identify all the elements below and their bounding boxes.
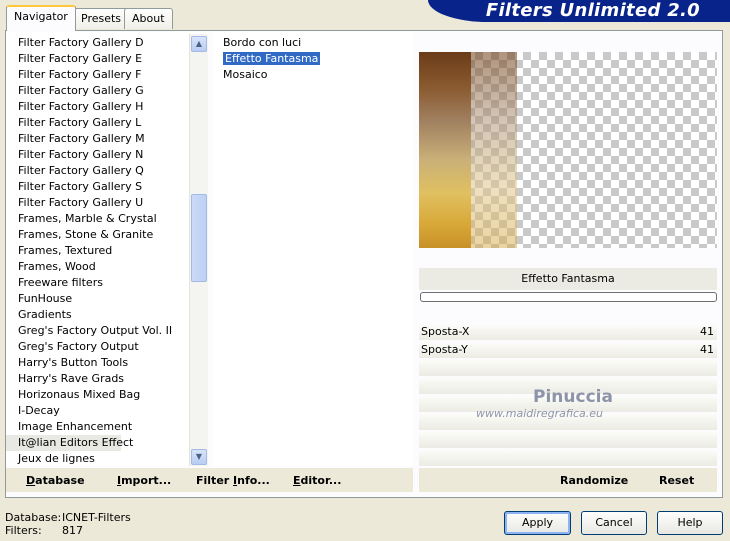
cancel-button[interactable]: Cancel: [581, 511, 647, 535]
category-list[interactable]: Filter Factory Gallery D Filter Factory G…: [6, 32, 208, 466]
category-item[interactable]: Greg's Factory Output Vol. II: [6, 323, 172, 339]
filter-item-label: Mosaico: [223, 68, 268, 81]
category-item[interactable]: Frames, Wood: [6, 259, 121, 275]
category-item[interactable]: Frames, Textured: [6, 243, 121, 259]
filters-count-value: 817: [62, 524, 83, 537]
category-item[interactable]: Image Enhancement: [6, 419, 132, 435]
category-item[interactable]: Filter Factory Gallery Q: [6, 163, 144, 179]
category-item[interactable]: Greg's Factory Output: [6, 339, 139, 355]
progress-bar: [420, 292, 717, 302]
category-item[interactable]: It@lian Editors Effect: [6, 435, 133, 451]
category-item[interactable]: Freeware filters: [6, 275, 121, 291]
database-label: Database:: [5, 511, 62, 524]
category-item[interactable]: Frames, Marble & Crystal: [6, 211, 157, 227]
tab-navigator[interactable]: Navigator: [6, 5, 76, 31]
slider-value: 41: [700, 325, 714, 338]
database-value: ICNET-Filters: [62, 511, 131, 524]
database-button[interactable]: Database: [26, 474, 85, 487]
category-item[interactable]: FunHouse: [6, 291, 121, 307]
category-item[interactable]: Filter Factory Gallery L: [6, 115, 141, 131]
tab-presets[interactable]: Presets: [73, 8, 130, 29]
filter-item[interactable]: Bordo con luci: [213, 35, 403, 51]
category-item[interactable]: Filter Factory Gallery F: [6, 67, 141, 83]
slider-label: Sposta-Y: [421, 343, 468, 356]
help-button[interactable]: Help: [657, 511, 723, 535]
editor-button[interactable]: Editor...: [293, 474, 341, 487]
category-item[interactable]: Filter Factory Gallery N: [6, 147, 143, 163]
category-item[interactable]: Filter Factory Gallery S: [6, 179, 142, 195]
category-item[interactable]: I-Decay: [6, 403, 121, 419]
reset-button[interactable]: Reset: [659, 474, 694, 487]
category-item[interactable]: Filter Factory Gallery G: [6, 83, 144, 99]
filter-item[interactable]: Mosaico: [213, 67, 403, 83]
scroll-down-button[interactable]: ▼: [191, 449, 207, 465]
watermark-name: Pinuccia: [533, 387, 613, 407]
filter-item-label: Effetto Fantasma: [223, 52, 321, 65]
category-item[interactable]: Horizonaus Mixed Bag: [6, 387, 140, 403]
empty-param-row: [419, 432, 717, 448]
import-button[interactable]: Import...: [117, 474, 171, 487]
randomize-button[interactable]: Randomize: [560, 474, 628, 487]
category-item[interactable]: Frames, Stone & Granite: [6, 227, 153, 243]
category-item[interactable]: Jeux de lignes: [6, 451, 121, 466]
slider-sposta-y[interactable]: Sposta-Y 41: [419, 342, 717, 358]
category-item[interactable]: Filter Factory Gallery M: [6, 131, 145, 147]
category-item[interactable]: Filter Factory Gallery U: [6, 195, 143, 211]
filter-name-display: Effetto Fantasma: [419, 268, 717, 290]
empty-param-row: [419, 450, 717, 466]
category-item[interactable]: Harry's Rave Grads: [6, 371, 124, 387]
filters-count-label: Filters:: [5, 524, 42, 537]
filter-info-button[interactable]: Filter Info...: [196, 474, 270, 487]
watermark-url: www.maidiregrafica.eu: [476, 407, 603, 420]
category-item[interactable]: Harry's Button Tools: [6, 355, 128, 371]
preview-image: [419, 52, 717, 248]
category-item[interactable]: Filter Factory Gallery H: [6, 99, 143, 115]
scroll-thumb[interactable]: [191, 194, 207, 282]
category-scrollbar[interactable]: ▲ ▼: [189, 34, 208, 466]
slider-sposta-x[interactable]: Sposta-X 41: [419, 324, 717, 340]
slider-value: 41: [700, 343, 714, 356]
filter-item[interactable]: Effetto Fantasma: [213, 51, 403, 67]
filter-list[interactable]: Bordo con luci Effetto Fantasma Mosaico: [213, 32, 413, 466]
category-item[interactable]: Filter Factory Gallery E: [6, 51, 142, 67]
empty-param-row: [419, 360, 717, 376]
category-item[interactable]: Gradients: [6, 307, 121, 323]
filter-item-label: Bordo con luci: [223, 36, 302, 49]
scroll-up-button[interactable]: ▲: [191, 36, 207, 52]
category-item[interactable]: Filter Factory Gallery D: [6, 35, 144, 51]
app-title-banner: Filters Unlimited 2.0: [428, 0, 730, 22]
apply-button[interactable]: Apply: [504, 511, 571, 535]
tab-about[interactable]: About: [124, 8, 173, 29]
slider-label: Sposta-X: [421, 325, 470, 338]
